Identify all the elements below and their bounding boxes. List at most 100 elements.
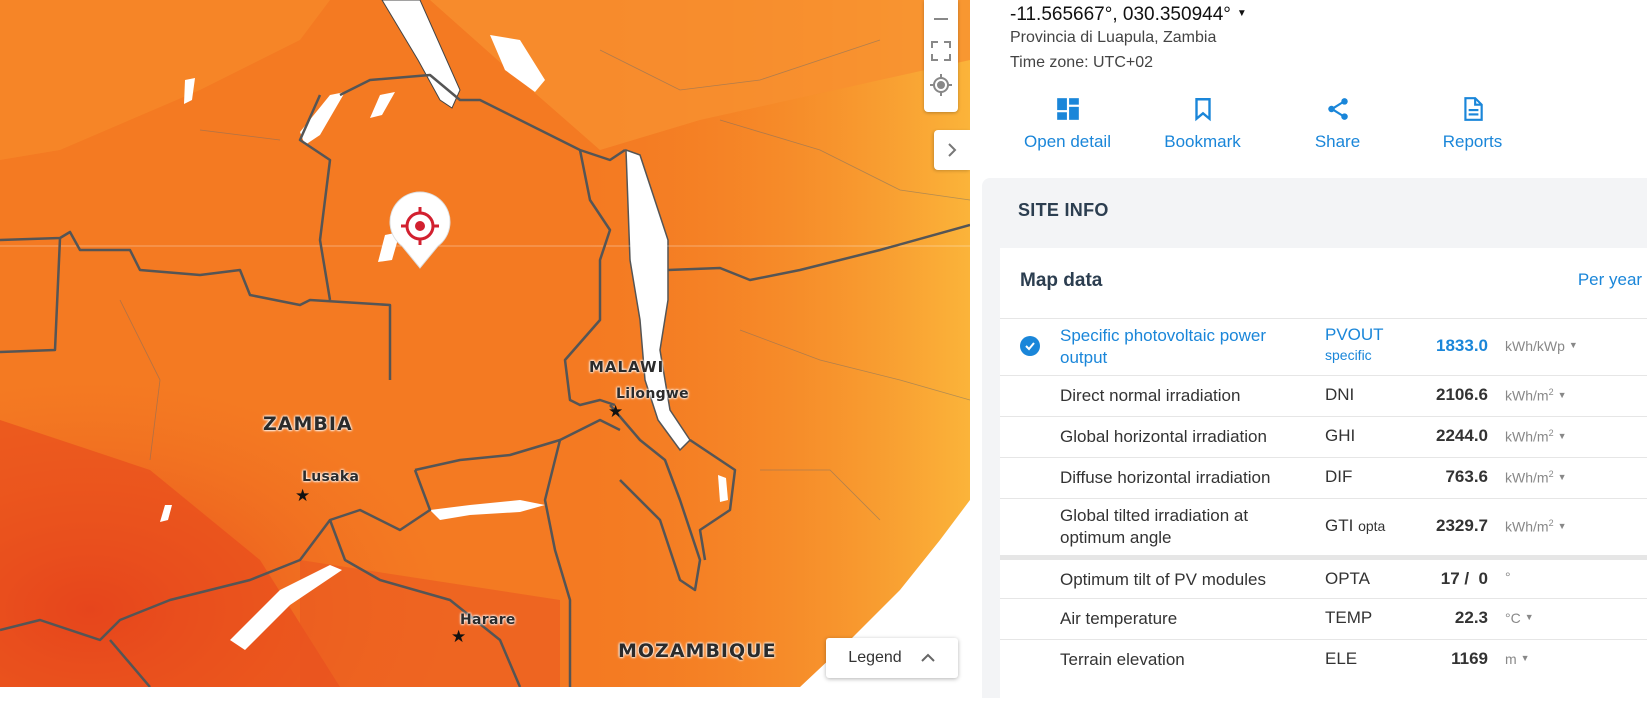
unit-selector[interactable]: kWh/kWp ▼ bbox=[1505, 338, 1578, 354]
data-row-dni[interactable]: Direct normal irradiation DNI 2106.6 kWh… bbox=[1000, 375, 1647, 416]
period-selector[interactable]: Per year▼ bbox=[1578, 270, 1647, 290]
map-base-layer bbox=[0, 0, 970, 687]
share-icon bbox=[1327, 98, 1348, 120]
country-label-malawi: MALAWI bbox=[589, 358, 665, 376]
caret-down-icon: ▼ bbox=[1236, 8, 1247, 19]
share-label: Share bbox=[1314, 132, 1361, 151]
row-value: 2244.0 bbox=[1436, 426, 1488, 445]
crosshair-icon bbox=[930, 74, 952, 96]
row-abbr: GTI opta bbox=[1325, 516, 1385, 536]
bookmark-label: Bookmark bbox=[1164, 132, 1241, 151]
row-abbr: TEMP bbox=[1325, 608, 1373, 627]
open-detail-label: Open detail bbox=[1024, 132, 1111, 151]
row-unit: ° bbox=[1505, 569, 1511, 585]
data-row-opta[interactable]: Optimum tilt of PV modules OPTA 17 / 0 ° bbox=[1000, 555, 1647, 598]
data-row-temp[interactable]: Air temperature TEMP 22.3 °C ▼ bbox=[1000, 598, 1647, 639]
region-text: Provincia di Luapula, Zambia bbox=[1010, 29, 1217, 46]
document-icon bbox=[1463, 97, 1483, 121]
unit-selector[interactable]: °C ▼ bbox=[1505, 610, 1534, 626]
action-bar: Open detail Bookmark Share Reports bbox=[1000, 96, 1540, 152]
city-label-harare: Harare bbox=[460, 612, 516, 628]
unit-selector[interactable]: kWh/m2 ▼ bbox=[1505, 387, 1567, 404]
row-value: 2106.6 bbox=[1436, 385, 1488, 404]
coordinates-text: -11.565667°, 030.350944° bbox=[1010, 4, 1231, 25]
row-value: 22.3 bbox=[1454, 608, 1488, 627]
country-label-zambia: ZAMBIA bbox=[263, 413, 353, 435]
data-row-dif[interactable]: Diffuse horizontal irradiation DIF 763.6… bbox=[1000, 457, 1647, 498]
row-unit-sup: 2 bbox=[1548, 428, 1554, 438]
capital-star-icon: ★ bbox=[295, 486, 311, 505]
chevron-up-icon bbox=[920, 653, 935, 662]
my-location-button[interactable] bbox=[924, 68, 958, 102]
row-unit: kWh/kWp bbox=[1505, 338, 1565, 354]
row-unit: kWh/m bbox=[1505, 428, 1549, 445]
row-abbr-main: PVOUT bbox=[1325, 325, 1384, 344]
collapse-panel-button[interactable] bbox=[934, 130, 970, 170]
caret-down-icon: ▼ bbox=[1557, 389, 1567, 400]
unit-selector[interactable]: kWh/m2 ▼ bbox=[1505, 469, 1567, 486]
map-data-title: Map data bbox=[1020, 270, 1103, 291]
bookmark-icon bbox=[1194, 98, 1211, 122]
row-unit: °C bbox=[1505, 610, 1521, 626]
site-info-title: SITE INFO bbox=[1018, 200, 1109, 220]
capital-star-icon: ★ bbox=[451, 627, 467, 646]
row-abbr: GHI bbox=[1325, 426, 1356, 445]
caret-down-icon: ▼ bbox=[1520, 653, 1530, 663]
solar-map[interactable]: ZAMBIA MALAWI MOZAMBIQUE ★ Lusaka ★ Lilo… bbox=[0, 0, 970, 687]
chevron-right-icon bbox=[948, 143, 957, 157]
open-detail-button[interactable]: Open detail bbox=[1000, 96, 1135, 152]
row-unit: kWh/m bbox=[1505, 469, 1549, 486]
unit-selector[interactable]: kWh/m2 ▼ bbox=[1505, 518, 1567, 535]
map-controls bbox=[924, 0, 958, 112]
map-data-section: Map data Per year▼ Specific photovoltaic… bbox=[1000, 248, 1647, 708]
site-panel: -11.565667°, 030.350944° ▼ Provincia di L… bbox=[970, 0, 1647, 708]
row-unit: kWh/m bbox=[1505, 518, 1549, 535]
row-value: 763.6 bbox=[1445, 467, 1488, 486]
row-name: Diffuse horizontal irradiation bbox=[1060, 468, 1271, 487]
reports-button[interactable]: Reports bbox=[1405, 96, 1540, 152]
unit-selector[interactable]: m ▼ bbox=[1505, 651, 1530, 667]
map-data-table: Specific photovoltaic power output PVOUT… bbox=[1000, 318, 1647, 680]
capital-star-icon: ★ bbox=[608, 402, 624, 421]
row-unit-sup: 2 bbox=[1548, 469, 1554, 479]
row-name: Direct normal irradiation bbox=[1060, 386, 1241, 405]
share-button[interactable]: Share bbox=[1270, 96, 1405, 152]
site-info-card: SITE INFO Map data Per year▼ Specific ph… bbox=[982, 178, 1647, 708]
legend-button[interactable]: Legend bbox=[826, 638, 958, 678]
city-label-lusaka: Lusaka bbox=[302, 469, 360, 485]
legend-label: Legend bbox=[848, 649, 902, 666]
fullscreen-icon bbox=[931, 41, 951, 61]
row-abbr: PVOUT specific bbox=[1325, 325, 1384, 365]
data-row-ele[interactable]: Terrain elevation ELE 1169 m ▼ bbox=[1000, 639, 1647, 680]
row-abbr: DIF bbox=[1325, 467, 1353, 486]
row-abbr-main: GTI bbox=[1325, 516, 1354, 535]
fullscreen-button[interactable] bbox=[924, 34, 958, 68]
row-name: Global horizontal irradiation bbox=[1060, 427, 1267, 446]
row-value: 1169 bbox=[1451, 649, 1488, 668]
period-label: Per year bbox=[1577, 270, 1643, 289]
row-abbr-sub: specific bbox=[1325, 347, 1372, 363]
zoom-out-button[interactable] bbox=[924, 0, 958, 34]
dashboard-icon bbox=[1056, 98, 1079, 120]
minus-icon bbox=[934, 18, 948, 20]
coordinates-selector[interactable]: -11.565667°, 030.350944° ▼ bbox=[1010, 4, 1247, 26]
unit-selector[interactable]: kWh/m2 ▼ bbox=[1505, 428, 1567, 445]
row-value: 1833.0 bbox=[1436, 336, 1488, 355]
row-value: 17 / 0 bbox=[1440, 569, 1488, 588]
data-row-gti[interactable]: Global tilted irradiation at optimum ang… bbox=[1000, 498, 1647, 555]
row-abbr: ELE bbox=[1325, 649, 1358, 668]
caret-down-icon: ▼ bbox=[1557, 520, 1567, 531]
data-row-ghi[interactable]: Global horizontal irradiation GHI 2244.0… bbox=[1000, 416, 1647, 457]
bookmark-button[interactable]: Bookmark bbox=[1135, 96, 1270, 152]
data-row-pvout[interactable]: Specific photovoltaic power output PVOUT… bbox=[1000, 318, 1647, 375]
reports-label: Reports bbox=[1442, 132, 1503, 151]
city-label-lilongwe: Lilongwe bbox=[616, 386, 689, 402]
caret-down-icon: ▼ bbox=[1568, 340, 1578, 350]
row-name: Global tilted irradiation at optimum ang… bbox=[1060, 506, 1249, 547]
row-value: 2329.7 bbox=[1436, 516, 1488, 535]
caret-down-icon: ▼ bbox=[1524, 612, 1534, 622]
row-unit-sup: 2 bbox=[1548, 387, 1554, 397]
row-name: Terrain elevation bbox=[1060, 650, 1185, 669]
check-circle-icon[interactable] bbox=[1020, 336, 1040, 356]
row-abbr: DNI bbox=[1325, 385, 1355, 404]
